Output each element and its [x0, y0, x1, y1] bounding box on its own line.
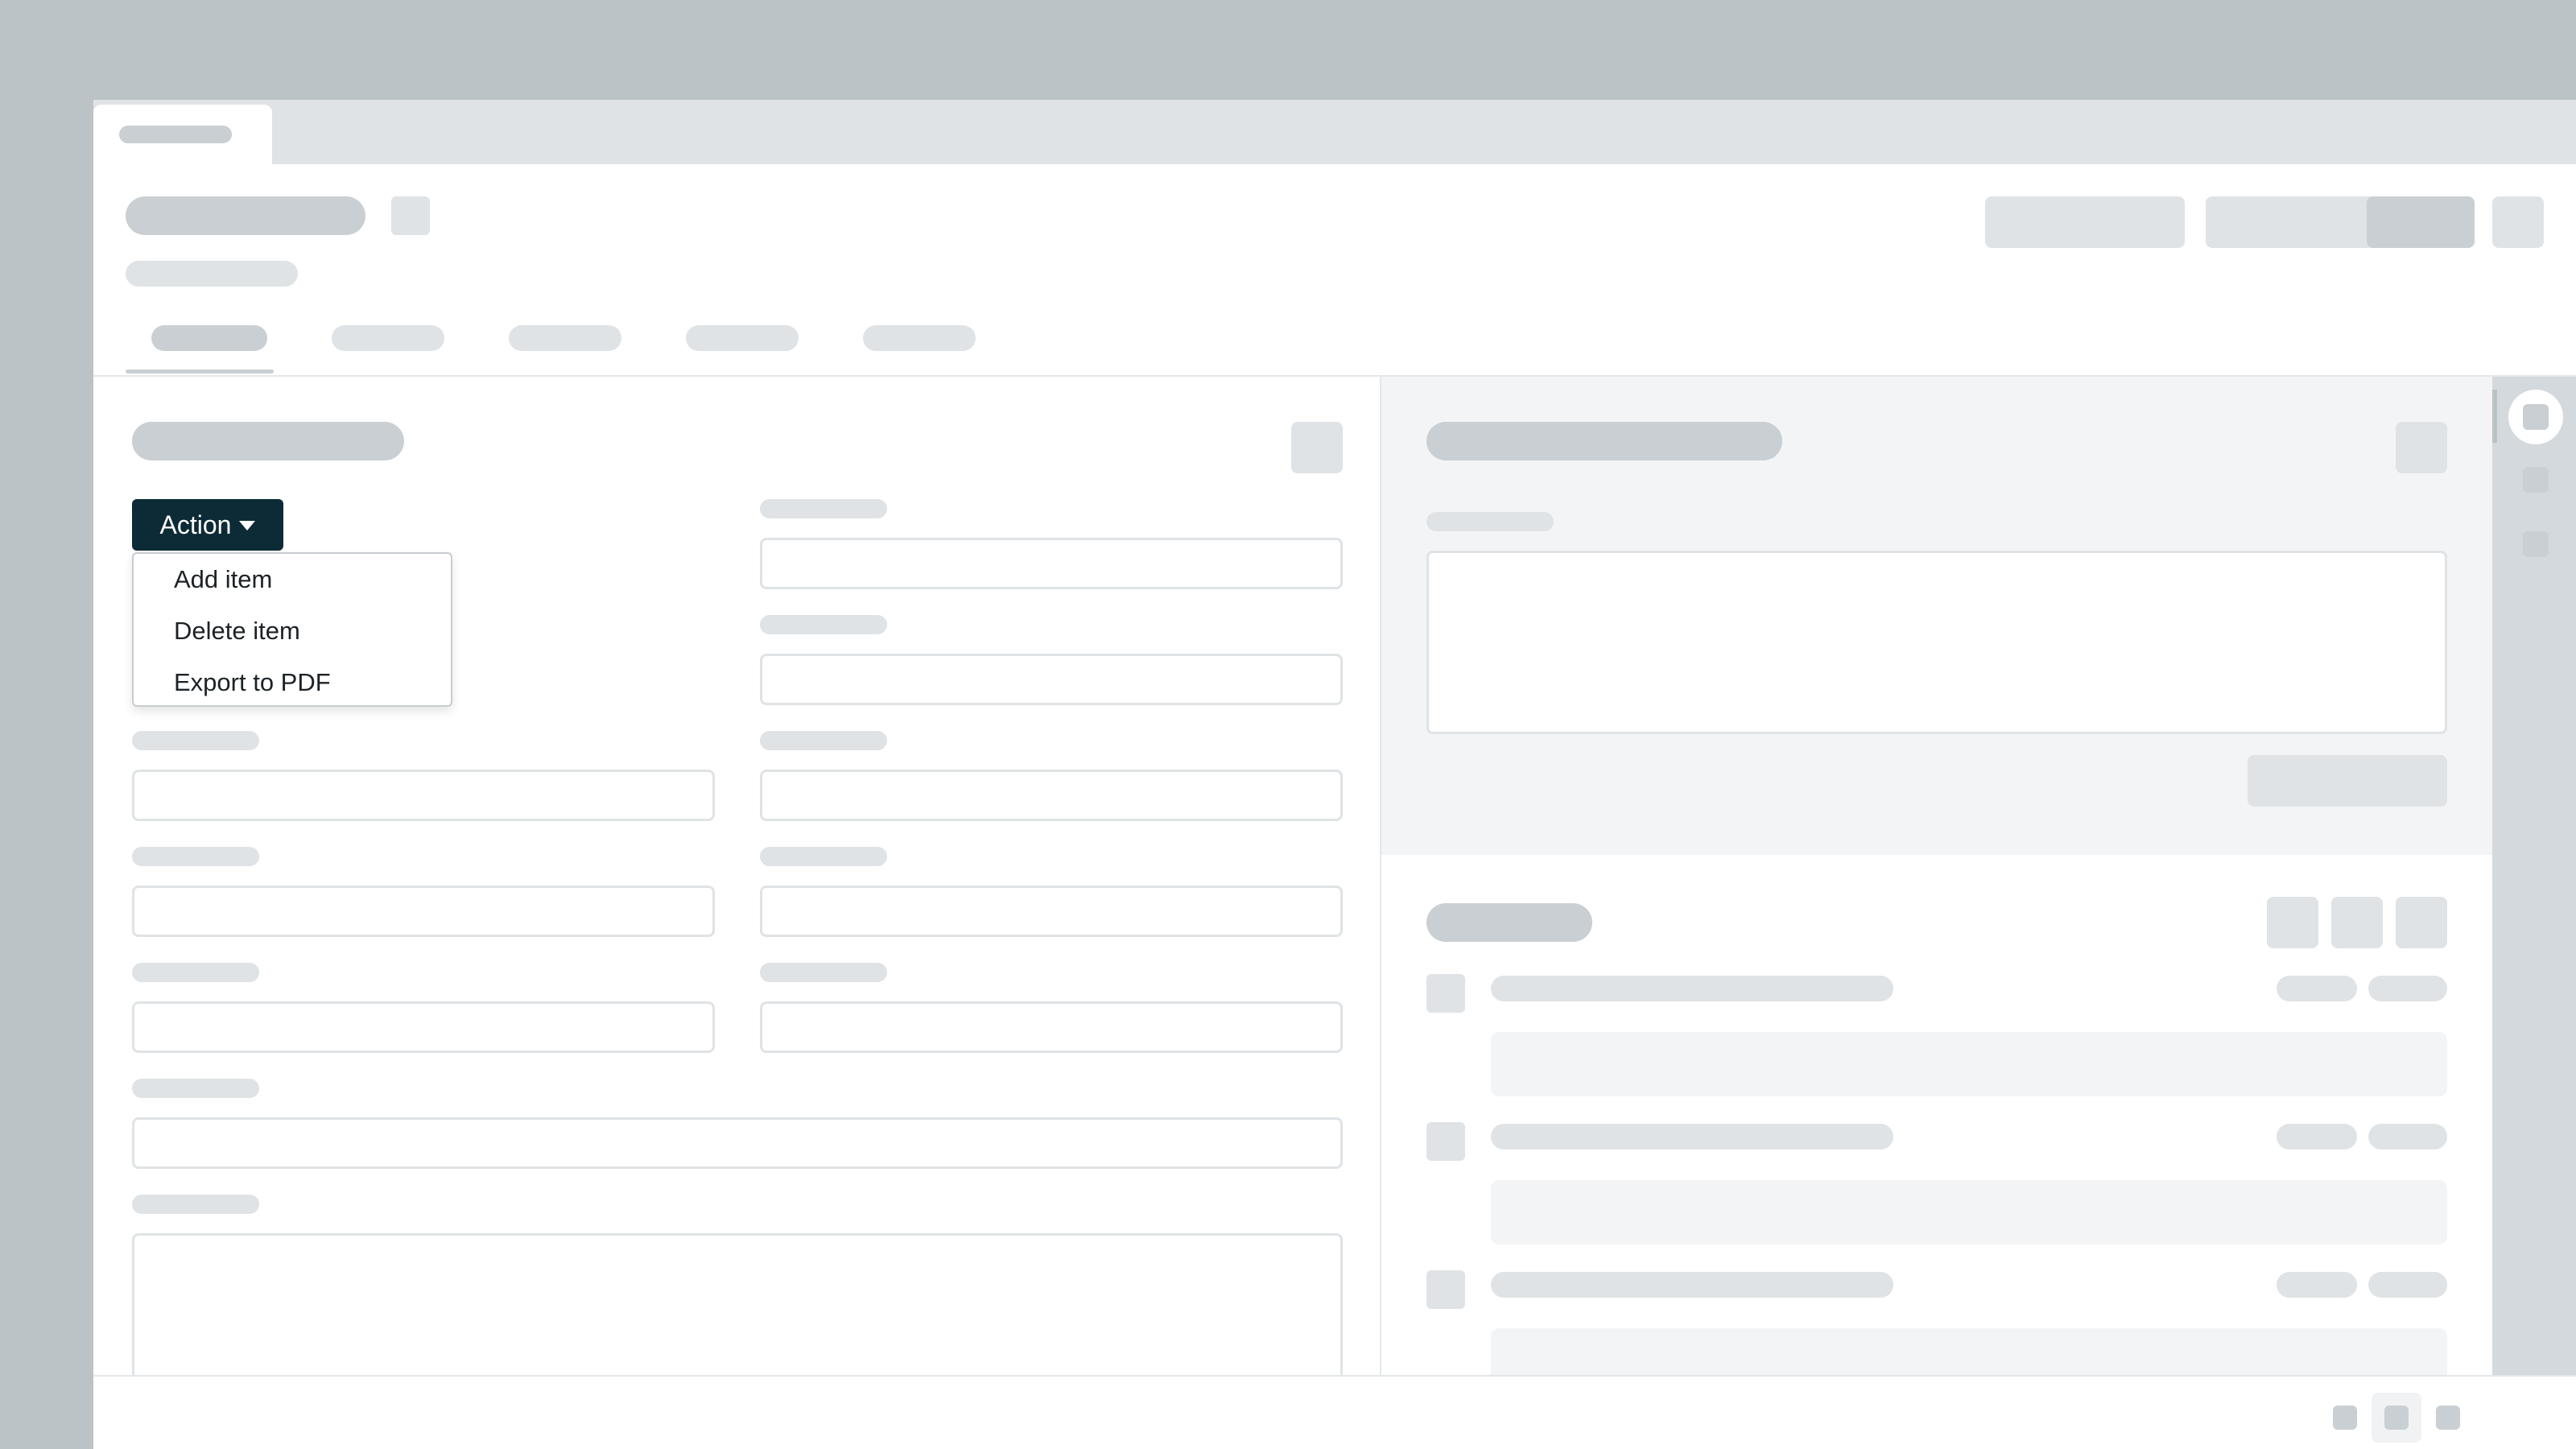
activity-meta-placeholder — [2277, 976, 2357, 1001]
header-more-button[interactable] — [2492, 196, 2544, 248]
activity-heading-placeholder — [1491, 976, 1893, 1001]
field-label-placeholder — [760, 731, 887, 750]
rail-active-indicator — [2492, 390, 2497, 443]
comment-options-button[interactable] — [2396, 422, 2447, 473]
activity-meta-placeholder — [2368, 1272, 2447, 1298]
page-title-placeholder — [126, 196, 365, 235]
header-button-2[interactable] — [2206, 196, 2394, 248]
comment-textarea[interactable] — [1426, 551, 2447, 734]
panel-divider — [1380, 377, 1381, 1375]
activity-content-block — [1491, 1032, 2447, 1096]
title-icon-placeholder[interactable] — [391, 196, 430, 235]
field-label-placeholder — [132, 963, 259, 982]
browser-tab-active[interactable] — [93, 105, 272, 164]
activity-avatar — [1426, 974, 1465, 1013]
footer-control-3[interactable] — [2436, 1406, 2460, 1430]
tab-strip — [93, 100, 2576, 164]
section-options-button[interactable] — [1291, 422, 1343, 473]
rail-item-icon — [2523, 404, 2549, 430]
activity-heading-placeholder — [1491, 1124, 1893, 1150]
text-input[interactable] — [760, 1001, 1343, 1053]
comment-submit-button[interactable] — [2248, 755, 2447, 807]
comment-title-placeholder — [1426, 422, 1782, 460]
field-label-placeholder — [760, 963, 887, 982]
footer-control-2-icon — [2384, 1406, 2409, 1430]
action-button-label: Action — [159, 510, 232, 539]
activity-avatar — [1426, 1122, 1465, 1161]
app-window: Action Add item Delete item Export to PD… — [93, 100, 2576, 1449]
activity-content-block — [1491, 1328, 2447, 1375]
menu-item-add[interactable]: Add item — [174, 557, 272, 602]
tab-2[interactable] — [332, 325, 444, 351]
page-subtitle-placeholder — [126, 261, 298, 287]
action-dropdown-menu: Add item Delete item Export to PDF — [132, 552, 452, 707]
footer-control-1[interactable] — [2333, 1406, 2357, 1430]
activity-meta-placeholder — [2368, 976, 2447, 1001]
activity-action-button-1[interactable] — [2267, 897, 2318, 948]
menu-item-export-pdf[interactable]: Export to PDF — [174, 660, 331, 705]
field-label-placeholder — [760, 847, 887, 866]
header-button-1[interactable] — [1985, 196, 2185, 248]
field-label-placeholder — [132, 847, 259, 866]
header-primary-button[interactable] — [2367, 196, 2475, 248]
right-rail — [2492, 377, 2576, 1375]
field-label-placeholder — [132, 1195, 259, 1214]
text-input[interactable] — [760, 654, 1343, 705]
rail-item-active[interactable] — [2508, 390, 2563, 444]
text-input[interactable] — [132, 1001, 715, 1053]
text-input-wide[interactable] — [132, 1117, 1343, 1169]
textarea-input[interactable] — [132, 1233, 1343, 1375]
text-input[interactable] — [760, 770, 1343, 821]
activity-heading-placeholder — [1491, 1272, 1893, 1298]
rail-item-3[interactable] — [2523, 531, 2549, 557]
tab-5[interactable] — [863, 325, 976, 351]
activity-avatar — [1426, 1270, 1465, 1309]
text-input[interactable] — [132, 886, 715, 937]
activity-action-button-3[interactable] — [2396, 897, 2447, 948]
activity-content-block — [1491, 1180, 2447, 1245]
active-tab-indicator — [126, 369, 274, 374]
activity-action-button-2[interactable] — [2331, 897, 2383, 948]
comment-label-placeholder — [1426, 512, 1554, 531]
menu-item-delete[interactable]: Delete item — [174, 609, 300, 654]
tab-4[interactable] — [686, 325, 799, 351]
activity-meta-placeholder — [2368, 1124, 2447, 1150]
tab-3[interactable] — [509, 325, 621, 351]
field-label-placeholder — [132, 1079, 259, 1098]
rail-item-2[interactable] — [2523, 467, 2549, 493]
tab-1[interactable] — [151, 325, 267, 351]
field-label-placeholder — [132, 731, 259, 750]
footer-bar — [93, 1375, 2576, 1449]
action-button[interactable]: Action — [132, 499, 283, 551]
text-input[interactable] — [760, 538, 1343, 589]
activity-meta-placeholder — [2277, 1272, 2357, 1298]
field-label-placeholder — [760, 499, 887, 518]
text-input[interactable] — [760, 886, 1343, 937]
section-title-placeholder — [132, 422, 404, 460]
field-label-placeholder — [760, 615, 887, 634]
browser-tab-label-placeholder — [119, 126, 232, 143]
activity-title-placeholder — [1426, 903, 1592, 942]
caret-down-icon — [239, 521, 256, 530]
text-input[interactable] — [132, 770, 715, 821]
activity-meta-placeholder — [2277, 1124, 2357, 1150]
